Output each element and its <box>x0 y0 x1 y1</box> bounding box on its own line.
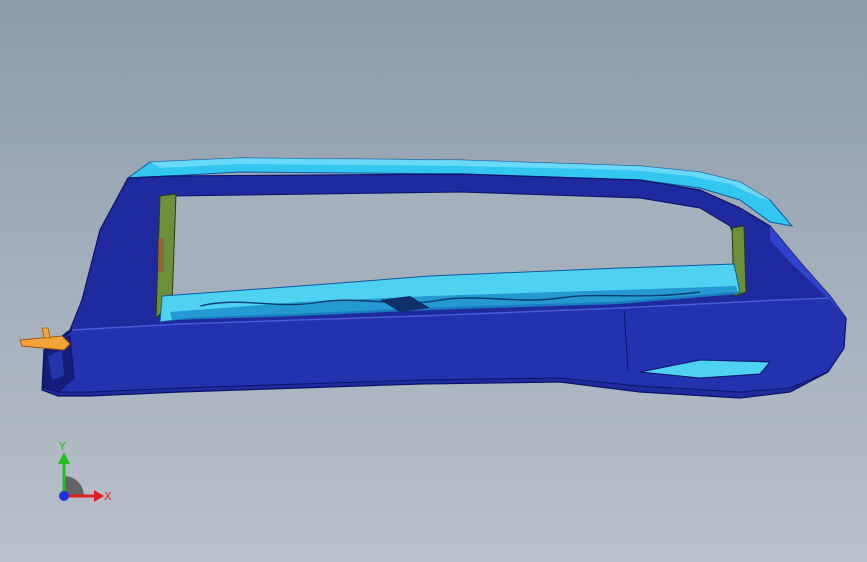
y-axis-arrow <box>58 452 70 464</box>
3d-model-view[interactable] <box>0 0 867 562</box>
x-axis-arrow <box>94 490 104 502</box>
axis-triad: Y X <box>58 440 112 503</box>
y-axis-label: Y <box>58 440 66 453</box>
x-axis-label: X <box>104 490 112 503</box>
z-axis-dot <box>59 491 69 501</box>
left-insert-accent <box>158 238 164 272</box>
orange-tab-post <box>41 327 51 339</box>
cad-viewport[interactable]: Y X <box>0 0 867 562</box>
